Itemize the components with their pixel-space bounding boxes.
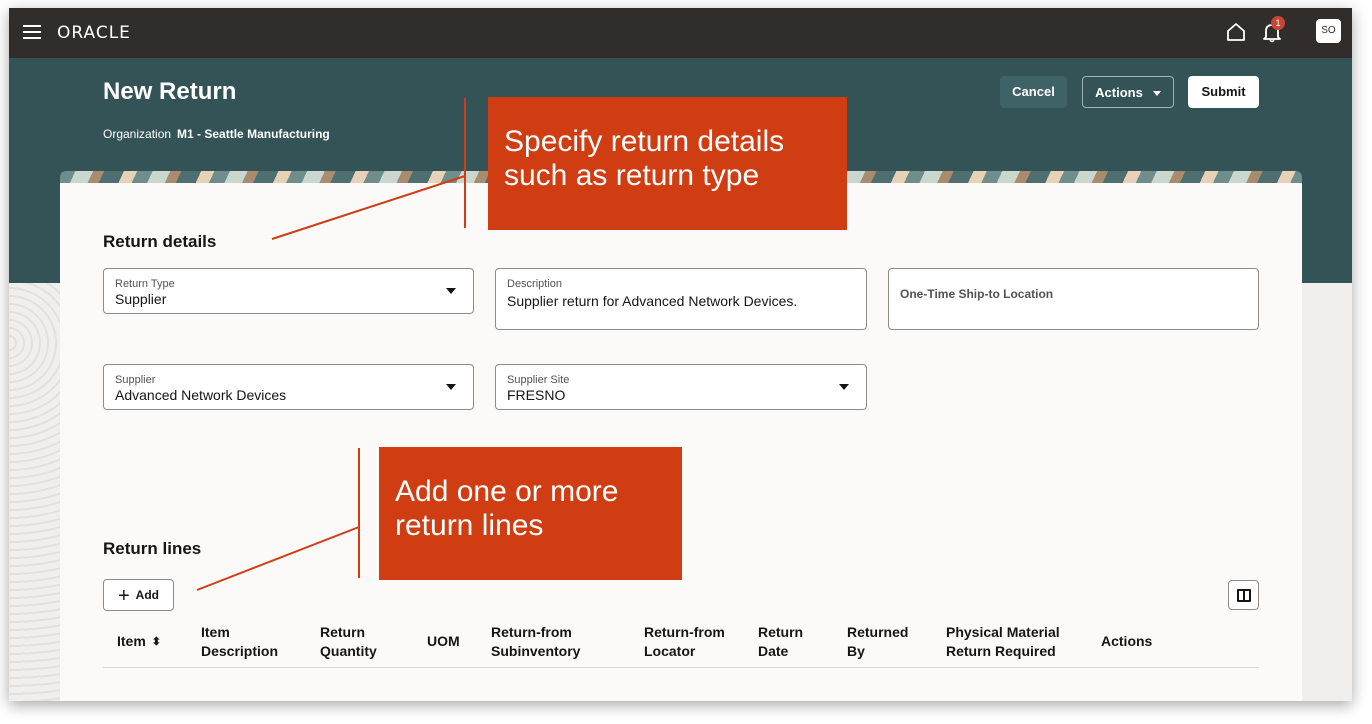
column-header-line1: Item bbox=[201, 624, 230, 640]
column-header-line1: UOM bbox=[427, 633, 460, 649]
column-header-return-quantity: Return Quantity bbox=[320, 623, 377, 661]
callout-line1: Specify return details bbox=[504, 125, 785, 158]
actions-label: Actions bbox=[1095, 85, 1143, 100]
plus-icon: + bbox=[117, 585, 130, 607]
return-details-title: Return details bbox=[103, 232, 217, 251]
hamburger-icon[interactable] bbox=[23, 25, 41, 39]
oracle-logo[interactable]: ORACLE bbox=[57, 23, 131, 43]
column-header-line1: Actions bbox=[1101, 633, 1153, 649]
columns-toggle-button[interactable] bbox=[1228, 580, 1259, 610]
column-header-line1: Physical Material bbox=[946, 624, 1060, 640]
chevron-down-icon bbox=[446, 384, 456, 390]
supplier-site-value: FRESNO bbox=[507, 387, 566, 403]
background-pattern bbox=[9, 283, 61, 701]
supplier-label: Supplier bbox=[115, 374, 156, 386]
description-value: Supplier return for Advanced Network Dev… bbox=[507, 293, 798, 309]
column-header-line2: Subinventory bbox=[491, 643, 581, 659]
supplier-site-label: Supplier Site bbox=[507, 374, 570, 386]
supplier-value: Advanced Network Devices bbox=[115, 387, 287, 403]
column-header-line2: Locator bbox=[644, 643, 696, 659]
return-type-value: Supplier bbox=[115, 291, 167, 307]
add-line-button[interactable]: + Add bbox=[103, 579, 174, 611]
top-bar: ORACLE 1 SO bbox=[9, 8, 1352, 58]
columns-icon bbox=[1237, 589, 1251, 602]
cancel-button[interactable]: Cancel bbox=[1000, 76, 1067, 108]
column-header-actions: Actions bbox=[1101, 632, 1152, 651]
callout-return-lines: Add one or more return lines bbox=[379, 447, 682, 580]
sort-icon[interactable]: ⬍ bbox=[152, 633, 161, 652]
notification-badge: 1 bbox=[1271, 16, 1285, 30]
home-icon[interactable] bbox=[1225, 21, 1247, 43]
page-title: New Return bbox=[103, 78, 237, 105]
callout-line1: Add one or more bbox=[395, 475, 619, 508]
column-header-line2: Description bbox=[201, 643, 279, 659]
chevron-down-icon bbox=[839, 384, 849, 390]
return-type-select[interactable]: Return Type Supplier bbox=[103, 268, 474, 314]
column-header-line2: Date bbox=[758, 643, 789, 659]
callout-line2: such as return type bbox=[504, 159, 760, 192]
organization-line: Organization M1 - Seattle Manufacturing bbox=[103, 127, 330, 141]
table-header-divider bbox=[103, 667, 1259, 668]
column-header-returned-by: Returned By bbox=[847, 623, 908, 661]
column-header-line2: Return Required bbox=[946, 643, 1056, 659]
return-lines-title: Return lines bbox=[103, 539, 202, 558]
column-header-return-date: Return Date bbox=[758, 623, 803, 661]
actions-button[interactable]: Actions bbox=[1082, 76, 1174, 108]
column-header-line2: By bbox=[847, 643, 865, 659]
column-header-line1: Return-from bbox=[644, 624, 725, 640]
column-header-physical-material-return-required: Physical Material Return Required bbox=[946, 623, 1060, 661]
column-header-return-from-subinventory: Return-from Subinventory bbox=[491, 623, 580, 661]
column-header-line1: Return bbox=[320, 624, 366, 640]
column-header-item[interactable]: Item ⬍ bbox=[117, 632, 161, 652]
chevron-down-icon bbox=[446, 288, 456, 294]
ship-to-location-field[interactable]: One-Time Ship-to Location bbox=[888, 268, 1259, 330]
callout-return-details: Specify return details such as return ty… bbox=[488, 97, 847, 230]
column-header-line1: Return bbox=[758, 624, 804, 640]
column-header-return-from-locator: Return-from Locator bbox=[644, 623, 725, 661]
column-header-line2: Quantity bbox=[320, 643, 377, 659]
add-label: Add bbox=[135, 588, 159, 602]
avatar[interactable]: SO bbox=[1316, 19, 1341, 43]
column-header-line1: Returned bbox=[847, 624, 909, 640]
return-type-label: Return Type bbox=[115, 278, 175, 290]
callout-line2: return lines bbox=[395, 509, 544, 542]
supplier-select[interactable]: Supplier Advanced Network Devices bbox=[103, 364, 474, 410]
ship-to-location-placeholder: One-Time Ship-to Location bbox=[900, 287, 1054, 301]
description-field[interactable]: Description Supplier return for Advanced… bbox=[495, 268, 867, 330]
organization-label: Organization bbox=[103, 127, 172, 141]
column-header-uom: UOM bbox=[427, 632, 460, 651]
app-window: ORACLE 1 SO New Return Organization M1 - … bbox=[9, 8, 1352, 701]
supplier-site-select[interactable]: Supplier Site FRESNO bbox=[495, 364, 867, 410]
submit-button[interactable]: Submit bbox=[1188, 76, 1259, 108]
column-header-label: Item bbox=[117, 633, 146, 649]
description-label: Description bbox=[507, 278, 563, 290]
organization-value: M1 - Seattle Manufacturing bbox=[177, 127, 330, 141]
column-header-item-description: Item Description bbox=[201, 623, 278, 661]
chevron-down-icon bbox=[1152, 91, 1161, 97]
column-header-line1: Return-from bbox=[491, 624, 572, 640]
